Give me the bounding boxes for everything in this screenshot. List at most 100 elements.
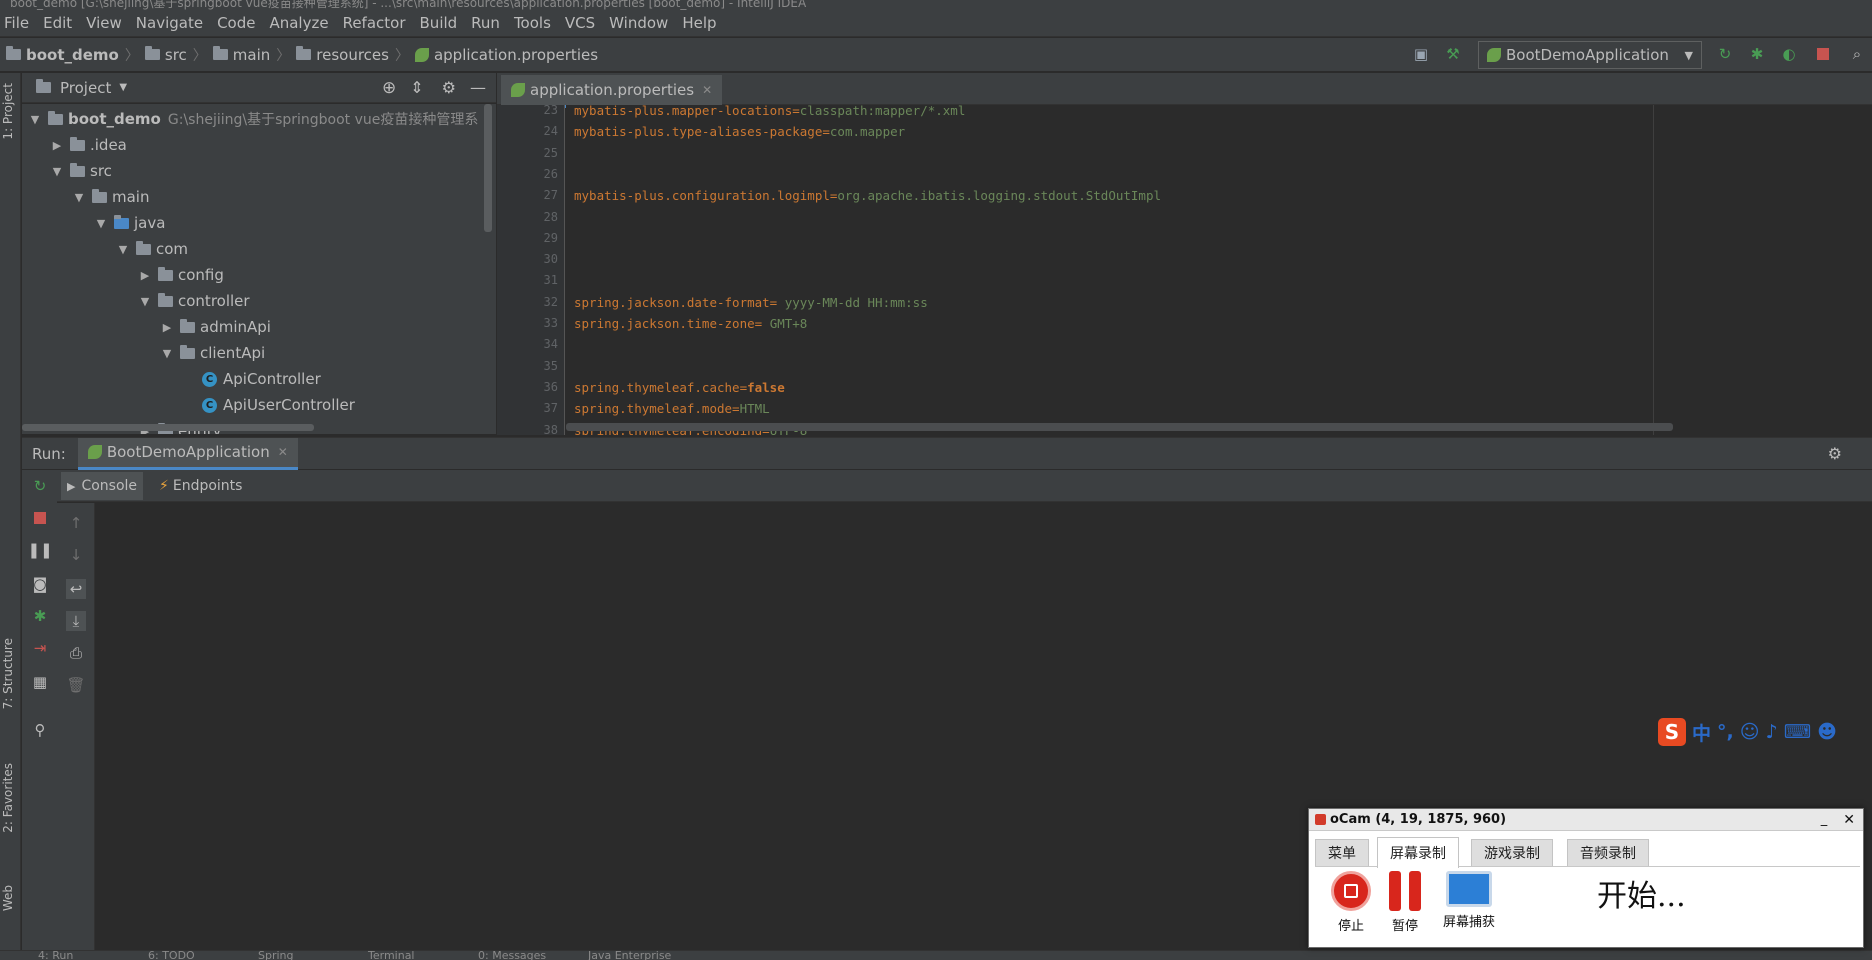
emoji-icon[interactable]: ☺ [1740, 721, 1760, 743]
trash-icon[interactable]: 🗑 [66, 675, 86, 695]
console-tab[interactable]: ▶ Console [61, 472, 144, 500]
tree-item[interactable]: C ApiUserController [182, 392, 355, 418]
punctuation-icon[interactable]: °, [1717, 721, 1734, 743]
tree-h-scrollbar[interactable] [22, 424, 314, 431]
select-run-target-icon[interactable]: ▣ [1412, 45, 1430, 63]
print-icon[interactable]: ⎙ [66, 643, 86, 663]
microphone-icon[interactable]: ♪ [1766, 721, 1778, 743]
close-icon[interactable]: ✕ [1843, 812, 1855, 828]
arrow-up-icon[interactable]: ↑ [66, 513, 86, 533]
run-config-selector[interactable]: BootDemoApplication ▼ [1478, 41, 1702, 69]
keyboard-icon[interactable]: ⌨ [1784, 721, 1811, 743]
breadcrumb-item[interactable]: main 〉 [212, 45, 290, 65]
tree-item[interactable]: ▶ config [138, 262, 224, 288]
exit-icon[interactable]: ⇥ [30, 638, 50, 658]
code-line[interactable]: spring.jackson.time-zone= GMT+8 [574, 316, 807, 331]
run-tab-bootdemoapplication[interactable]: BootDemoApplication ✕ [77, 437, 298, 470]
search-icon[interactable]: ⌕ [1848, 45, 1866, 63]
code-line[interactable]: mybatis-plus.configuration.logimpl=org.a… [574, 188, 1161, 203]
bottom-tool-tab[interactable]: 0: Messages [478, 951, 546, 960]
breadcrumb-item[interactable]: resources 〉 [296, 45, 409, 65]
tree-item[interactable]: ▼ main [72, 184, 150, 210]
collapsed-arrow-icon[interactable]: ▶ [138, 269, 152, 282]
ime-language[interactable]: 中 [1692, 719, 1711, 746]
collapsed-arrow-icon[interactable]: ▶ [50, 139, 64, 152]
stop-record-button[interactable]: 停止 [1331, 871, 1371, 934]
menu-navigate[interactable]: Navigate [136, 14, 203, 32]
build-hammer-icon[interactable]: ⚒ [1444, 45, 1462, 63]
expanded-arrow-icon[interactable]: ▼ [138, 295, 152, 308]
tree-item[interactable]: ▼ java [94, 210, 166, 236]
locate-crosshair-icon[interactable]: ⊕ [382, 78, 396, 98]
menu-window[interactable]: Window [609, 14, 668, 32]
collapsed-arrow-icon[interactable]: ▶ [160, 321, 174, 334]
bottom-tool-tab[interactable]: 4: Run [38, 951, 73, 960]
stop-icon[interactable] [30, 508, 50, 528]
project-tool-tab[interactable]: 1: Project [1, 83, 15, 140]
ocam-tab[interactable]: 音频录制 [1567, 839, 1649, 866]
bottom-tool-tab[interactable]: Java Enterprise [588, 951, 671, 960]
editor-h-scrollbar[interactable] [566, 423, 1673, 431]
endpoints-tab[interactable]: ⚡ Endpoints [153, 472, 248, 500]
tree-item[interactable]: ▼ clientApi [160, 340, 265, 366]
ocam-titlebar[interactable]: oCam (4, 19, 1875, 960) _ ✕ [1309, 809, 1863, 831]
ocam-tab[interactable]: 屏幕录制 [1377, 837, 1459, 868]
menu-vcs[interactable]: VCS [565, 14, 595, 32]
gear-icon[interactable]: ⚙ [1828, 444, 1842, 463]
project-panel-title[interactable]: Project [60, 79, 111, 97]
web-tool-tab[interactable]: Web [1, 885, 15, 911]
code-editor[interactable]: mybatis-plus.mapper-locations=classpath:… [566, 105, 1872, 435]
structure-tool-tab[interactable]: 7: Structure [1, 638, 15, 709]
layout-icon[interactable]: ▦ [30, 672, 50, 692]
breadcrumb-item[interactable]: application.properties [414, 46, 598, 64]
menu-build[interactable]: Build [420, 14, 458, 32]
arrow-down-icon[interactable]: ↓ [66, 545, 86, 565]
menu-code[interactable]: Code [217, 14, 255, 32]
editor-tab-application-properties[interactable]: application.properties ✕ [501, 75, 723, 108]
menu-tools[interactable]: Tools [514, 14, 551, 32]
menu-analyze[interactable]: Analyze [269, 14, 328, 32]
scroll-to-end-icon[interactable]: ⤓ [66, 611, 86, 631]
user-icon[interactable]: ☻ [1817, 721, 1837, 743]
gear-icon[interactable]: ⚙ [442, 78, 456, 97]
debug-bug-icon[interactable]: ✱ [1748, 45, 1766, 63]
tree-item[interactable]: C ApiController [182, 366, 321, 392]
expanded-arrow-icon[interactable]: ▼ [116, 243, 130, 256]
tree-item[interactable]: ▼ boot_demo G:\shejiing\基于springboot vue疫苗… [28, 106, 479, 132]
menu-run[interactable]: Run [471, 14, 500, 32]
ocam-tab[interactable]: 菜单 [1315, 839, 1369, 866]
expanded-arrow-icon[interactable]: ▼ [28, 113, 42, 126]
breadcrumb-item[interactable]: boot_demo 〉 [6, 45, 139, 65]
menu-refactor[interactable]: Refactor [343, 14, 406, 32]
code-line[interactable]: spring.thymeleaf.cache=false [574, 380, 785, 395]
tree-scrollbar[interactable] [484, 104, 492, 232]
debug-bug-icon[interactable]: ✱ [30, 606, 50, 626]
bottom-tool-tab[interactable]: Terminal [368, 951, 415, 960]
camera-icon[interactable]: ◙ [30, 574, 50, 594]
minimize-icon[interactable]: _ [1821, 812, 1828, 827]
sogou-logo-icon[interactable]: S [1658, 718, 1686, 746]
rerun-icon[interactable]: ↻ [1716, 45, 1734, 63]
soft-wrap-icon[interactable]: ↩ [66, 579, 86, 599]
expanded-arrow-icon[interactable]: ▼ [94, 217, 108, 230]
tree-item[interactable]: ▼ controller [138, 288, 250, 314]
screen-capture-button[interactable]: 屏幕捕获 [1443, 871, 1495, 930]
collapse-all-icon[interactable]: ⇕ [410, 78, 423, 97]
menu-help[interactable]: Help [682, 14, 716, 32]
bottom-tool-tab[interactable]: Spring [258, 951, 294, 960]
code-line[interactable]: spring.jackson.date-format= yyyy-MM-dd H… [574, 295, 928, 310]
expanded-arrow-icon[interactable]: ▼ [72, 191, 86, 204]
ocam-tab[interactable]: 游戏录制 [1471, 839, 1553, 866]
pause-icon[interactable]: ❚❚ [27, 540, 52, 560]
coverage-icon[interactable]: ◐ [1780, 45, 1798, 63]
bottom-tool-tab[interactable]: 6: TODO [148, 951, 195, 960]
tree-item[interactable]: ▼ com [116, 236, 188, 262]
close-icon[interactable]: ✕ [278, 445, 288, 459]
pin-icon[interactable]: ⚲ [30, 720, 50, 740]
tree-item[interactable]: ▶ adminApi [160, 314, 271, 340]
expanded-arrow-icon[interactable]: ▼ [50, 165, 64, 178]
close-icon[interactable]: ✕ [702, 83, 712, 97]
menu-file[interactable]: File [4, 14, 29, 32]
tree-item[interactable]: ▶ .idea [50, 132, 127, 158]
tree-item[interactable]: ▼ src [50, 158, 112, 184]
